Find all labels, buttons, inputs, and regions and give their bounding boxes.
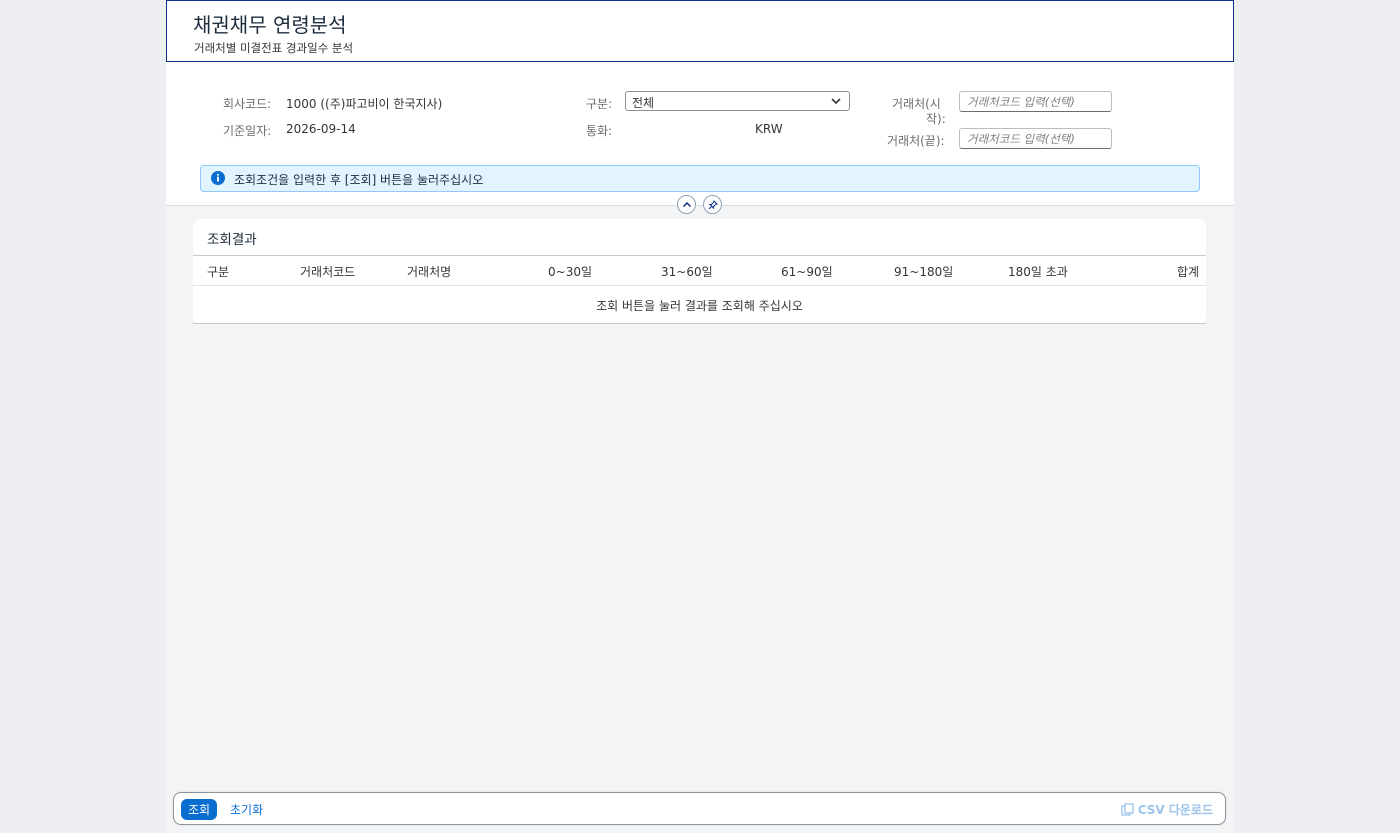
column-header: 구분 [207, 265, 230, 279]
column-header: 거래처코드 [300, 265, 356, 279]
vendor-from-label-cont: 작): [926, 112, 946, 126]
results-title: 조회결과 [207, 232, 257, 248]
chevron-down-icon [831, 98, 841, 105]
pin-icon [708, 200, 718, 210]
type-select[interactable]: 전체 [625, 91, 850, 111]
csv-download-button[interactable]: CSV 다운로드 [1121, 799, 1213, 820]
results-table-header: 구분 거래처코드 거래처명 0~30일 31~60일 61~90일 91~180… [193, 255, 1206, 286]
info-message-strip: 조회조건을 입력한 후 [조회] 버튼을 눌러주십시오 [200, 165, 1200, 192]
info-message-text: 조회조건을 입력한 후 [조회] 버튼을 눌러주십시오 [234, 173, 484, 187]
column-header: 합계 [1176, 265, 1199, 279]
base-date-label: 기준일자: [223, 124, 272, 138]
empty-message: 조회 버튼을 눌러 결과를 조회해 주십시오 [596, 299, 803, 313]
footer-toolbar: 조회 초기화 CSV 다운로드 [173, 792, 1226, 825]
app-shell: 채권채무 연령분석 거래처별 미결전표 경과일수 분석 회사코드: 1000 (… [166, 0, 1234, 833]
chevron-up-icon [682, 201, 692, 208]
currency-value: KRW [755, 122, 783, 136]
type-label: 구분: [586, 97, 613, 111]
column-header: 61~90일 [781, 265, 833, 279]
results-card: 조회결과 구분 거래처코드 거래처명 0~30일 31~60일 61~90일 9… [193, 219, 1206, 324]
filter-bar: 회사코드: 1000 ((주)파고비이 한국지사) 기준일자: 2026-09-… [166, 62, 1234, 206]
type-select-value: 전체 [632, 96, 655, 110]
base-date-value: 2026-09-14 [286, 122, 356, 136]
table-empty-row: 조회 버튼을 눌러 결과를 조회해 주십시오 [193, 285, 1206, 324]
search-button[interactable]: 조회 [181, 799, 217, 820]
page-title: 채권채무 연령분석 [193, 13, 347, 37]
reset-button[interactable]: 초기화 [226, 799, 267, 820]
page-subtitle: 거래처별 미결전표 경과일수 분석 [194, 41, 354, 55]
column-header: 0~30일 [548, 265, 592, 279]
column-header: 31~60일 [661, 265, 713, 279]
column-header: 91~180일 [894, 265, 954, 279]
pin-filter-button[interactable] [703, 195, 722, 214]
csv-download-label: CSV 다운로드 [1137, 803, 1213, 817]
vendor-to-input[interactable] [959, 128, 1112, 149]
info-icon [211, 171, 225, 185]
column-header: 180일 초과 [1008, 265, 1068, 279]
column-header: 거래처명 [407, 265, 452, 279]
company-code-label: 회사코드: [223, 97, 272, 111]
page-header: 채권채무 연령분석 거래처별 미결전표 경과일수 분석 [166, 0, 1234, 62]
collapse-filter-button[interactable] [677, 195, 696, 214]
export-file-icon [1121, 803, 1134, 816]
currency-label: 통화: [586, 124, 613, 138]
vendor-to-label: 거래처(끝): [887, 134, 945, 148]
company-code-value: 1000 ((주)파고비이 한국지사) [286, 97, 443, 111]
vendor-from-input[interactable] [959, 91, 1112, 112]
